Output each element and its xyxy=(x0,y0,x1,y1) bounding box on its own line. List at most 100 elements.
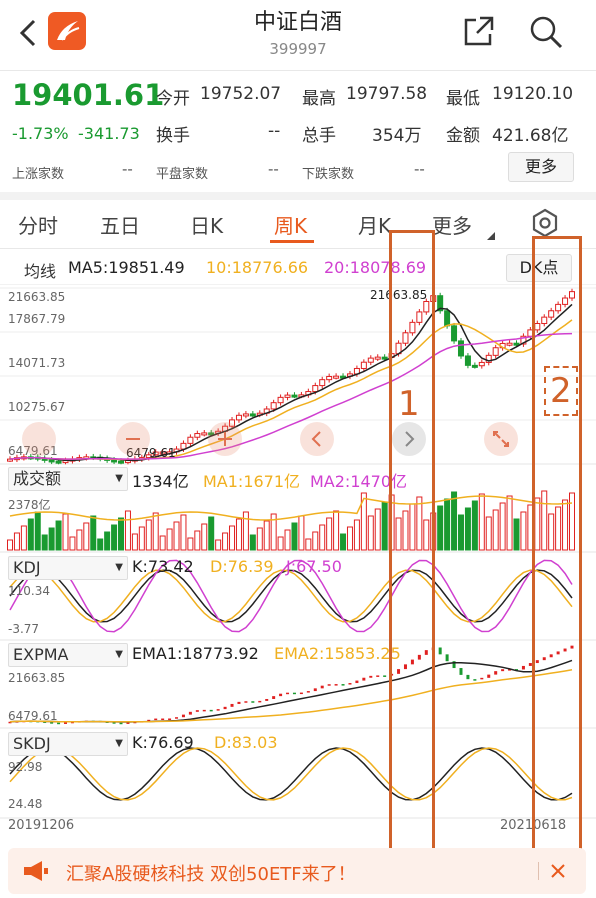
kline-y-label-2: 17867.79 xyxy=(8,312,66,326)
kdj-indicator-name: KDJ xyxy=(13,558,41,577)
promo-banner[interactable]: 汇聚A股硬核科技 双创50ETF来了！ xyxy=(8,848,586,894)
volume-bar xyxy=(76,529,83,551)
candle-body xyxy=(291,394,298,398)
zoom-out-icon[interactable] xyxy=(116,422,150,456)
chevron-down-icon: ▼ xyxy=(115,649,123,660)
expma-candle xyxy=(501,669,505,672)
change-value: -341.73 xyxy=(78,124,140,143)
expma-candle xyxy=(341,684,345,686)
tab-monthly-k[interactable]: 月K xyxy=(358,210,391,239)
header: 中证白酒 399997 xyxy=(0,0,596,70)
volume-bar xyxy=(353,519,360,551)
chevron-left-icon[interactable] xyxy=(300,422,334,456)
settings-icon[interactable] xyxy=(530,208,560,238)
kdj-j: J:67.50 xyxy=(286,557,342,576)
candle-body xyxy=(187,436,194,444)
candle-body xyxy=(194,433,201,438)
volume-bar xyxy=(69,536,76,551)
volume-bar xyxy=(215,539,222,551)
expma-candle xyxy=(299,692,303,695)
zoom-in-icon[interactable] xyxy=(208,422,242,456)
kdj-d: D:76.39 xyxy=(210,557,274,576)
megaphone-icon xyxy=(22,860,50,882)
candle-body xyxy=(333,375,340,379)
close-icon[interactable] xyxy=(538,862,567,880)
volume-bar xyxy=(20,525,27,551)
volume-bar xyxy=(277,536,284,551)
candle-body xyxy=(312,385,319,393)
expma-candle xyxy=(154,718,158,721)
volume-bar xyxy=(124,510,131,551)
kline-y-label-1: 21663.85 xyxy=(8,290,66,304)
candle-body xyxy=(326,375,333,381)
volume-bar xyxy=(457,514,464,551)
kline-y-label-3: 14071.73 xyxy=(8,356,66,370)
expma-candle xyxy=(355,680,359,684)
expma-indicator-select[interactable]: EXPMA ▼ xyxy=(8,643,128,667)
expma-candle xyxy=(369,675,373,678)
volume-bar xyxy=(513,518,520,551)
volume-bar xyxy=(464,507,471,551)
chart-control-circle-1[interactable] xyxy=(22,422,56,456)
volume-bar xyxy=(499,502,506,551)
skdj-y-top: 92.98 xyxy=(8,760,43,774)
expma-candle xyxy=(119,722,123,725)
volume-bar xyxy=(173,521,180,551)
low-label: 最低 xyxy=(446,89,480,109)
amount-label: 金额 xyxy=(446,126,480,146)
volume-bar xyxy=(298,515,305,551)
volume-bar xyxy=(485,516,492,551)
tab-intraday[interactable]: 分时 xyxy=(18,210,58,239)
ma10-value: 10:18776.66 xyxy=(206,258,309,277)
high-value: 19797.58 xyxy=(346,84,428,104)
volume-bar xyxy=(242,511,249,551)
share-icon[interactable] xyxy=(462,14,496,48)
volume-indicator-select[interactable]: 成交额 ▼ xyxy=(8,467,128,491)
more-button[interactable]: 更多 xyxy=(508,152,574,182)
kdj-indicator-select[interactable]: KDJ ▼ xyxy=(8,556,128,580)
volume-bar xyxy=(13,532,20,551)
open-value: 19752.07 xyxy=(200,84,282,104)
tab-daily-k[interactable]: 日K xyxy=(190,210,223,239)
expma-candle xyxy=(362,677,366,681)
expma-candle xyxy=(209,709,213,712)
skdj-indicator-select[interactable]: SKDJ ▼ xyxy=(8,732,128,756)
expma-ema2: EMA2:15853.25 xyxy=(274,644,401,663)
candle-body xyxy=(367,357,374,363)
flat-count-value: -- xyxy=(268,160,279,178)
amount-value: 421.68亿 xyxy=(492,126,569,146)
expma-candle xyxy=(327,684,331,686)
candle-body xyxy=(118,460,125,464)
search-icon[interactable] xyxy=(528,14,564,50)
change-percent: -1.73% xyxy=(12,124,69,143)
volume-ma1: MA1:1671亿 xyxy=(203,472,301,491)
expma-candle xyxy=(272,696,276,699)
volume-bar xyxy=(319,524,326,551)
tab-weekly-k[interactable]: 周K xyxy=(274,210,307,239)
chevron-down-icon: ▼ xyxy=(115,473,123,484)
ema1-line xyxy=(9,659,573,723)
expma-candle xyxy=(286,692,290,695)
candle-body xyxy=(478,361,485,367)
volume-bar xyxy=(34,511,41,551)
expma-candle xyxy=(216,709,220,711)
volume-indicator-name: 成交额 xyxy=(13,469,62,488)
volume-bar xyxy=(222,532,229,551)
volume-bar xyxy=(104,531,111,551)
expma-candle xyxy=(181,714,185,718)
volume-bar xyxy=(256,527,263,551)
expma-candle xyxy=(195,710,199,712)
volume-bar xyxy=(159,535,166,551)
down-count-value: -- xyxy=(414,160,425,178)
tab-five-day[interactable]: 五日 xyxy=(100,210,140,239)
volume-bar xyxy=(381,501,388,551)
tab-more[interactable]: 更多 xyxy=(432,210,472,239)
fullscreen-icon[interactable] xyxy=(484,422,518,456)
expma-candle xyxy=(445,654,449,662)
chevron-down-icon: ▼ xyxy=(115,562,123,573)
candle-body xyxy=(381,356,388,360)
annotation-label-2: 2 xyxy=(544,366,578,416)
volume-bar xyxy=(374,508,381,551)
expma-candle xyxy=(188,711,192,715)
expma-candle xyxy=(168,718,172,720)
